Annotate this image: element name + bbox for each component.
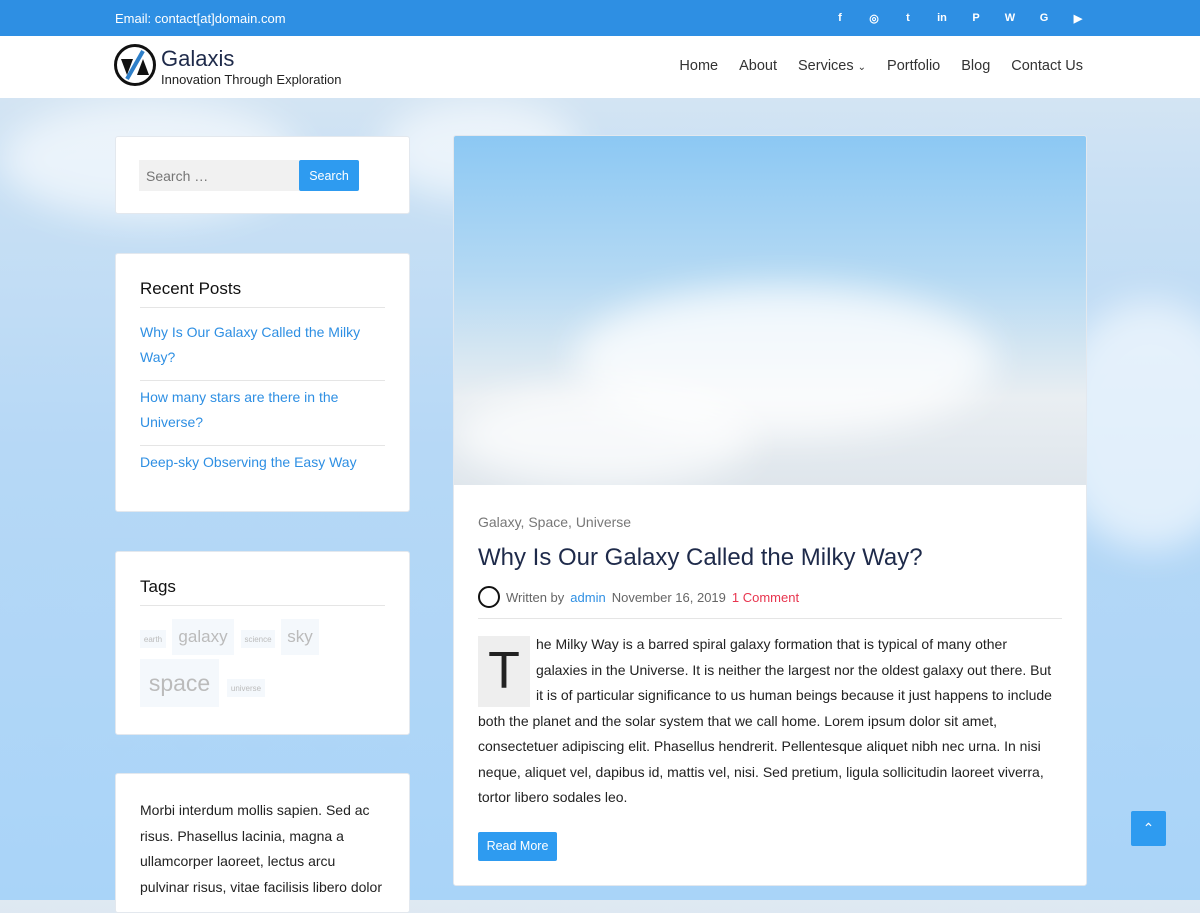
twitter-icon[interactable]: t bbox=[900, 10, 916, 26]
nav-about[interactable]: About bbox=[739, 58, 777, 74]
category-link[interactable]: Galaxy bbox=[478, 514, 521, 530]
nav-services-label: Services bbox=[798, 58, 854, 74]
post-categories: Galaxy, Space, Universe bbox=[478, 514, 1062, 530]
google-icon[interactable]: G bbox=[1036, 10, 1052, 26]
tag-universe[interactable]: universe bbox=[227, 679, 265, 697]
nav-blog[interactable]: Blog bbox=[961, 58, 990, 74]
site-title[interactable]: Galaxis bbox=[161, 46, 234, 72]
nav-home[interactable]: Home bbox=[679, 58, 718, 74]
logo-icon[interactable] bbox=[114, 44, 156, 86]
pinterest-icon[interactable]: P bbox=[968, 10, 984, 26]
chevron-up-icon: ⌃ bbox=[1143, 820, 1155, 837]
post-meta: Written by admin November 16, 2019 1 Com… bbox=[478, 586, 1062, 619]
linkedin-icon[interactable]: in bbox=[934, 10, 950, 26]
tag-earth[interactable]: earth bbox=[140, 630, 166, 648]
post-title[interactable]: Why Is Our Galaxy Called the Milky Way? bbox=[478, 544, 1062, 572]
site-tagline: Innovation Through Exploration bbox=[161, 72, 341, 87]
dropcap: T bbox=[478, 636, 530, 707]
search-input[interactable] bbox=[139, 160, 299, 191]
tag-science[interactable]: science bbox=[241, 630, 275, 648]
youtube-icon[interactable]: ▶ bbox=[1070, 10, 1086, 26]
excerpt-text: he Milky Way is a barred spiral galaxy f… bbox=[478, 636, 1052, 805]
post-date[interactable]: November 16, 2019 bbox=[612, 590, 726, 605]
contact-email: Email: contact[at]domain.com bbox=[115, 11, 286, 26]
recent-post-link[interactable]: How many stars are there in the Universe… bbox=[140, 381, 385, 446]
chevron-down-icon: ⌄ bbox=[858, 62, 866, 73]
author-avatar bbox=[478, 586, 500, 608]
widget-title: Recent Posts bbox=[140, 279, 385, 308]
nav-services[interactable]: Services ⌄ bbox=[798, 58, 866, 74]
recent-post-link[interactable]: Deep-sky Observing the Easy Way bbox=[140, 446, 385, 485]
read-more-button[interactable]: Read More bbox=[478, 832, 557, 861]
widget-title: Tags bbox=[140, 577, 385, 606]
category-link[interactable]: Space bbox=[528, 514, 568, 530]
instagram-icon[interactable]: ◎ bbox=[866, 10, 882, 26]
recent-post-link[interactable]: Why Is Our Galaxy Called the Milky Way? bbox=[140, 316, 385, 381]
nav-contact[interactable]: Contact Us bbox=[1011, 58, 1083, 74]
recent-posts-widget: Recent Posts Why Is Our Galaxy Called th… bbox=[115, 253, 410, 512]
comments-link[interactable]: 1 Comment bbox=[732, 590, 799, 605]
search-widget: Search bbox=[115, 136, 410, 214]
written-by-label: Written by bbox=[506, 590, 564, 605]
scroll-to-top-button[interactable]: ⌃ bbox=[1131, 811, 1166, 846]
post-excerpt: The Milky Way is a barred spiral galaxy … bbox=[478, 632, 1062, 811]
tag-space[interactable]: space bbox=[140, 659, 219, 707]
social-links: f ◎ t in P W G ▶ bbox=[832, 10, 1086, 26]
facebook-icon[interactable]: f bbox=[832, 10, 848, 26]
author-link[interactable]: admin bbox=[570, 590, 605, 605]
tag-sky[interactable]: sky bbox=[281, 619, 319, 655]
main-nav: Home About Services ⌄ Portfolio Blog Con… bbox=[679, 58, 1083, 74]
top-bar: Email: contact[at]domain.com f ◎ t in P … bbox=[0, 0, 1200, 36]
search-button[interactable]: Search bbox=[299, 160, 359, 191]
site-header: Galaxis Innovation Through Exploration H… bbox=[0, 36, 1200, 98]
post-featured-image[interactable] bbox=[454, 136, 1086, 485]
tags-widget: Tags earth galaxy science sky space univ… bbox=[115, 551, 410, 735]
tag-galaxy[interactable]: galaxy bbox=[172, 619, 234, 655]
wordpress-icon[interactable]: W bbox=[1002, 10, 1018, 26]
text-widget: Morbi interdum mollis sapien. Sed ac ris… bbox=[115, 773, 410, 913]
post-card: Galaxy, Space, Universe Why Is Our Galax… bbox=[453, 135, 1087, 886]
category-link[interactable]: Universe bbox=[576, 514, 631, 530]
text-widget-content: Morbi interdum mollis sapien. Sed ac ris… bbox=[140, 798, 385, 900]
nav-portfolio[interactable]: Portfolio bbox=[887, 58, 940, 74]
